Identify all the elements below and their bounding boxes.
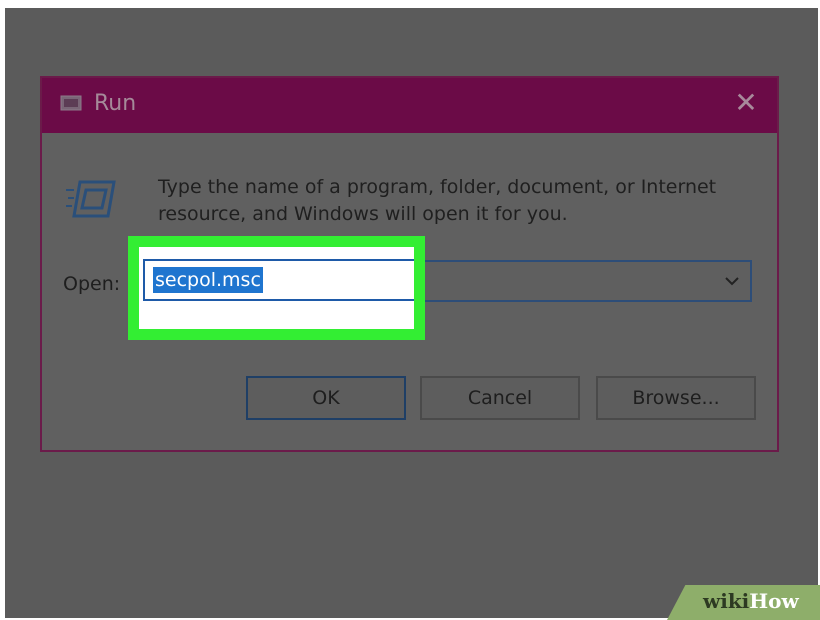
chevron-down-icon[interactable]	[722, 270, 742, 292]
desktop-overlay: Run ✕ Type the name of a program, folder…	[5, 8, 818, 618]
wikihow-how-text: How	[749, 589, 799, 613]
open-input[interactable]: secpol.msc	[143, 259, 414, 301]
dialog-title: Run	[94, 91, 137, 116]
browse-button[interactable]: Browse...	[596, 376, 756, 420]
wikihow-logo: wikiHow	[703, 589, 799, 613]
cancel-button[interactable]: Cancel	[420, 376, 580, 420]
run-app-icon	[60, 95, 82, 111]
input-selected-text: secpol.msc	[153, 267, 263, 293]
close-icon[interactable]: ✕	[731, 88, 761, 118]
ok-button[interactable]: OK	[246, 376, 406, 420]
highlight-box: secpol.msc	[128, 236, 425, 340]
open-label: Open:	[63, 273, 121, 295]
title-bar[interactable]: Run ✕	[42, 78, 777, 133]
wikihow-watermark: wikiHow	[667, 585, 820, 620]
dialog-description: Type the name of a program, folder, docu…	[158, 176, 717, 225]
run-icon	[66, 180, 116, 218]
run-dialog: Run ✕ Type the name of a program, folder…	[40, 76, 779, 452]
wikihow-wiki-text: wiki	[703, 589, 750, 613]
